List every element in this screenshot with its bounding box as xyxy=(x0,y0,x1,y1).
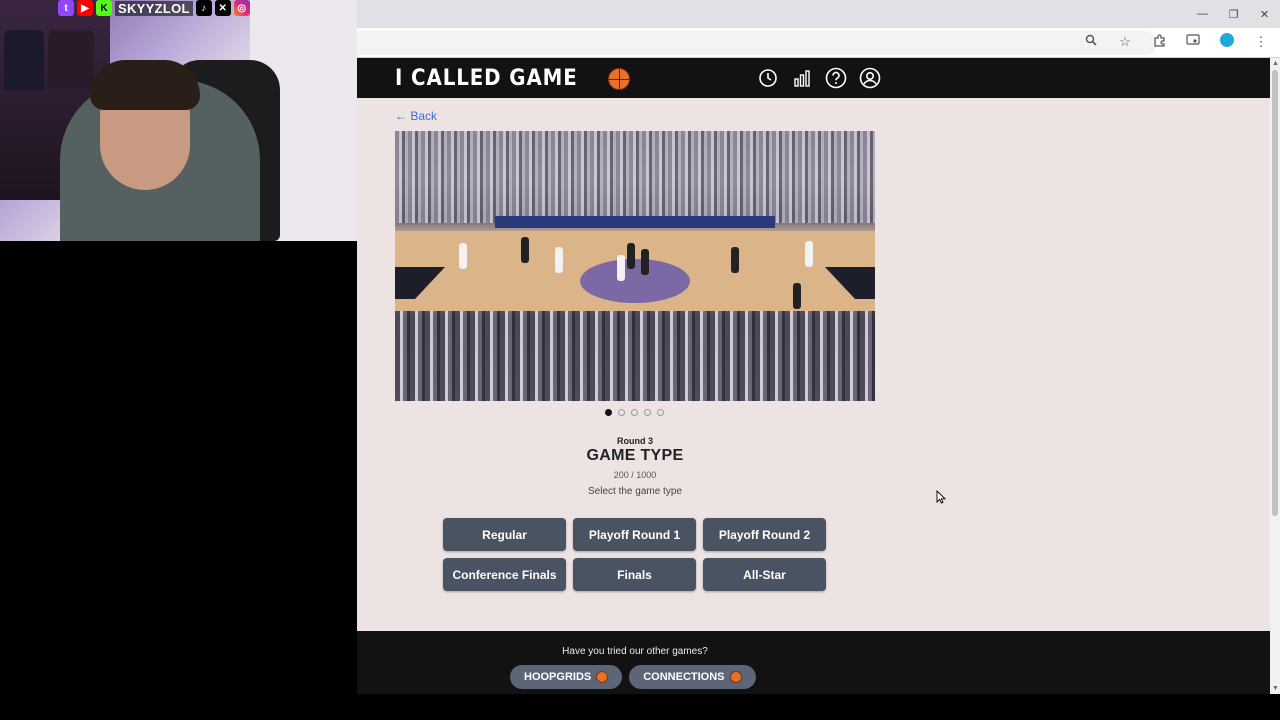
web-page: I CALLED GAME ← Back Round 3 GAME TYPE 2… xyxy=(357,58,1270,694)
profile-icon[interactable] xyxy=(1216,33,1238,50)
x-icon: ✕ xyxy=(214,0,231,16)
player xyxy=(555,247,563,273)
window-controls: — ❐ ✕ xyxy=(1187,0,1280,28)
site-header: I CALLED GAME xyxy=(357,58,1270,98)
player xyxy=(459,243,467,269)
back-link[interactable]: ← Back xyxy=(395,109,437,123)
player xyxy=(627,243,635,269)
option-regular-button[interactable]: Regular xyxy=(443,518,566,551)
stats-icon[interactable] xyxy=(791,67,813,89)
site-logo[interactable]: I CALLED GAME xyxy=(395,66,631,91)
scrollbar-thumb[interactable] xyxy=(1272,70,1278,516)
basketball-icon xyxy=(608,67,631,90)
option-playoff-round-2-button[interactable]: Playoff Round 2 xyxy=(703,518,826,551)
player xyxy=(731,247,739,273)
site-footer: Have you tried our other games? HOOPGRID… xyxy=(357,631,1270,694)
help-icon[interactable] xyxy=(825,67,847,89)
option-all-star-button[interactable]: All-Star xyxy=(703,558,826,591)
crowd xyxy=(395,131,875,223)
other-games: HOOPGRIDS CONNECTIONS xyxy=(510,665,756,689)
kick-icon: K xyxy=(96,0,112,16)
carousel-dot[interactable] xyxy=(631,409,638,416)
round-label: Round 3 xyxy=(617,436,653,446)
menu-icon[interactable]: ⋮ xyxy=(1250,34,1272,50)
youtube-icon: ▶ xyxy=(77,0,93,16)
browser-chrome: — ❐ ✕ ☆ ⋮ xyxy=(357,0,1280,58)
star-icon[interactable]: ☆ xyxy=(1114,34,1136,50)
hoopgrids-label: HOOPGRIDS xyxy=(524,671,592,683)
account-icon[interactable] xyxy=(859,67,881,89)
zoom-icon[interactable] xyxy=(1080,34,1102,49)
url-input[interactable] xyxy=(357,31,1157,55)
tiktok-icon: ♪ xyxy=(195,0,212,16)
basketball-icon xyxy=(596,671,609,683)
score-display: 200 / 1000 xyxy=(613,470,657,480)
player xyxy=(521,237,529,263)
player xyxy=(617,255,625,281)
twitch-icon: t xyxy=(58,0,74,16)
player xyxy=(805,241,813,267)
connections-button[interactable]: CONNECTIONS xyxy=(629,665,756,689)
streamer-handle: SKYYZLOL xyxy=(115,0,193,16)
carousel-dot[interactable] xyxy=(644,409,651,416)
header-icons xyxy=(757,67,881,89)
scroll-up-icon[interactable]: ▲ xyxy=(1272,60,1279,67)
social-bar: t ▶ K SKYYZLOL ♪ ✕ ◎ xyxy=(58,0,250,16)
option-playoff-round-1-button[interactable]: Playoff Round 1 xyxy=(573,518,696,551)
logo-text: I CALLED GAME xyxy=(395,66,578,91)
hoopgrids-button[interactable]: HOOPGRIDS xyxy=(510,665,623,689)
jersey-decor xyxy=(4,30,44,90)
option-conference-finals-button[interactable]: Conference Finals xyxy=(443,558,566,591)
screen: t ▶ K SKYYZLOL ♪ ✕ ◎ — ❐ ✕ ☆ ⋮ I CALLED … xyxy=(0,0,1280,720)
basketball-icon xyxy=(729,671,742,683)
webcam-overlay: t ▶ K SKYYZLOL ♪ ✕ ◎ xyxy=(0,0,357,241)
carousel-dots xyxy=(605,409,664,416)
answer-options: Regular Playoff Round 1 Playoff Round 2 … xyxy=(443,518,829,591)
browser-toolbar: ☆ ⋮ xyxy=(1080,33,1272,50)
footer-prompt: Have you tried our other games? xyxy=(562,646,708,657)
question-title: GAME TYPE xyxy=(586,447,684,464)
mouse-cursor-icon xyxy=(936,490,946,504)
address-bar: ☆ ⋮ xyxy=(357,28,1280,58)
page-scrollbar[interactable]: ▲ ▼ xyxy=(1270,58,1280,694)
minimize-button[interactable]: — xyxy=(1187,0,1218,28)
jersey-decor xyxy=(48,30,94,90)
cast-icon[interactable] xyxy=(1182,34,1204,49)
referee xyxy=(793,283,801,309)
tab-strip: — ❐ ✕ xyxy=(357,0,1280,28)
question-instruction: Select the game type xyxy=(588,486,682,497)
option-finals-button[interactable]: Finals xyxy=(573,558,696,591)
scroll-down-icon[interactable]: ▼ xyxy=(1272,685,1279,692)
center-court-logo xyxy=(580,259,690,303)
carousel-dot[interactable] xyxy=(618,409,625,416)
game-screenshot xyxy=(395,131,875,401)
carousel-dot[interactable] xyxy=(657,409,664,416)
carousel-dot[interactable] xyxy=(605,409,612,416)
player xyxy=(641,249,649,275)
restore-button[interactable]: ❐ xyxy=(1218,0,1249,28)
history-icon[interactable] xyxy=(757,67,779,89)
bottom-letterbox xyxy=(357,694,1280,720)
extensions-icon[interactable] xyxy=(1148,33,1170,50)
instagram-icon: ◎ xyxy=(233,0,250,16)
streamer-hair xyxy=(90,60,200,110)
connections-label: CONNECTIONS xyxy=(643,671,725,683)
crowd xyxy=(395,311,875,401)
arena-banner xyxy=(495,216,775,228)
close-window-button[interactable]: ✕ xyxy=(1249,0,1280,28)
